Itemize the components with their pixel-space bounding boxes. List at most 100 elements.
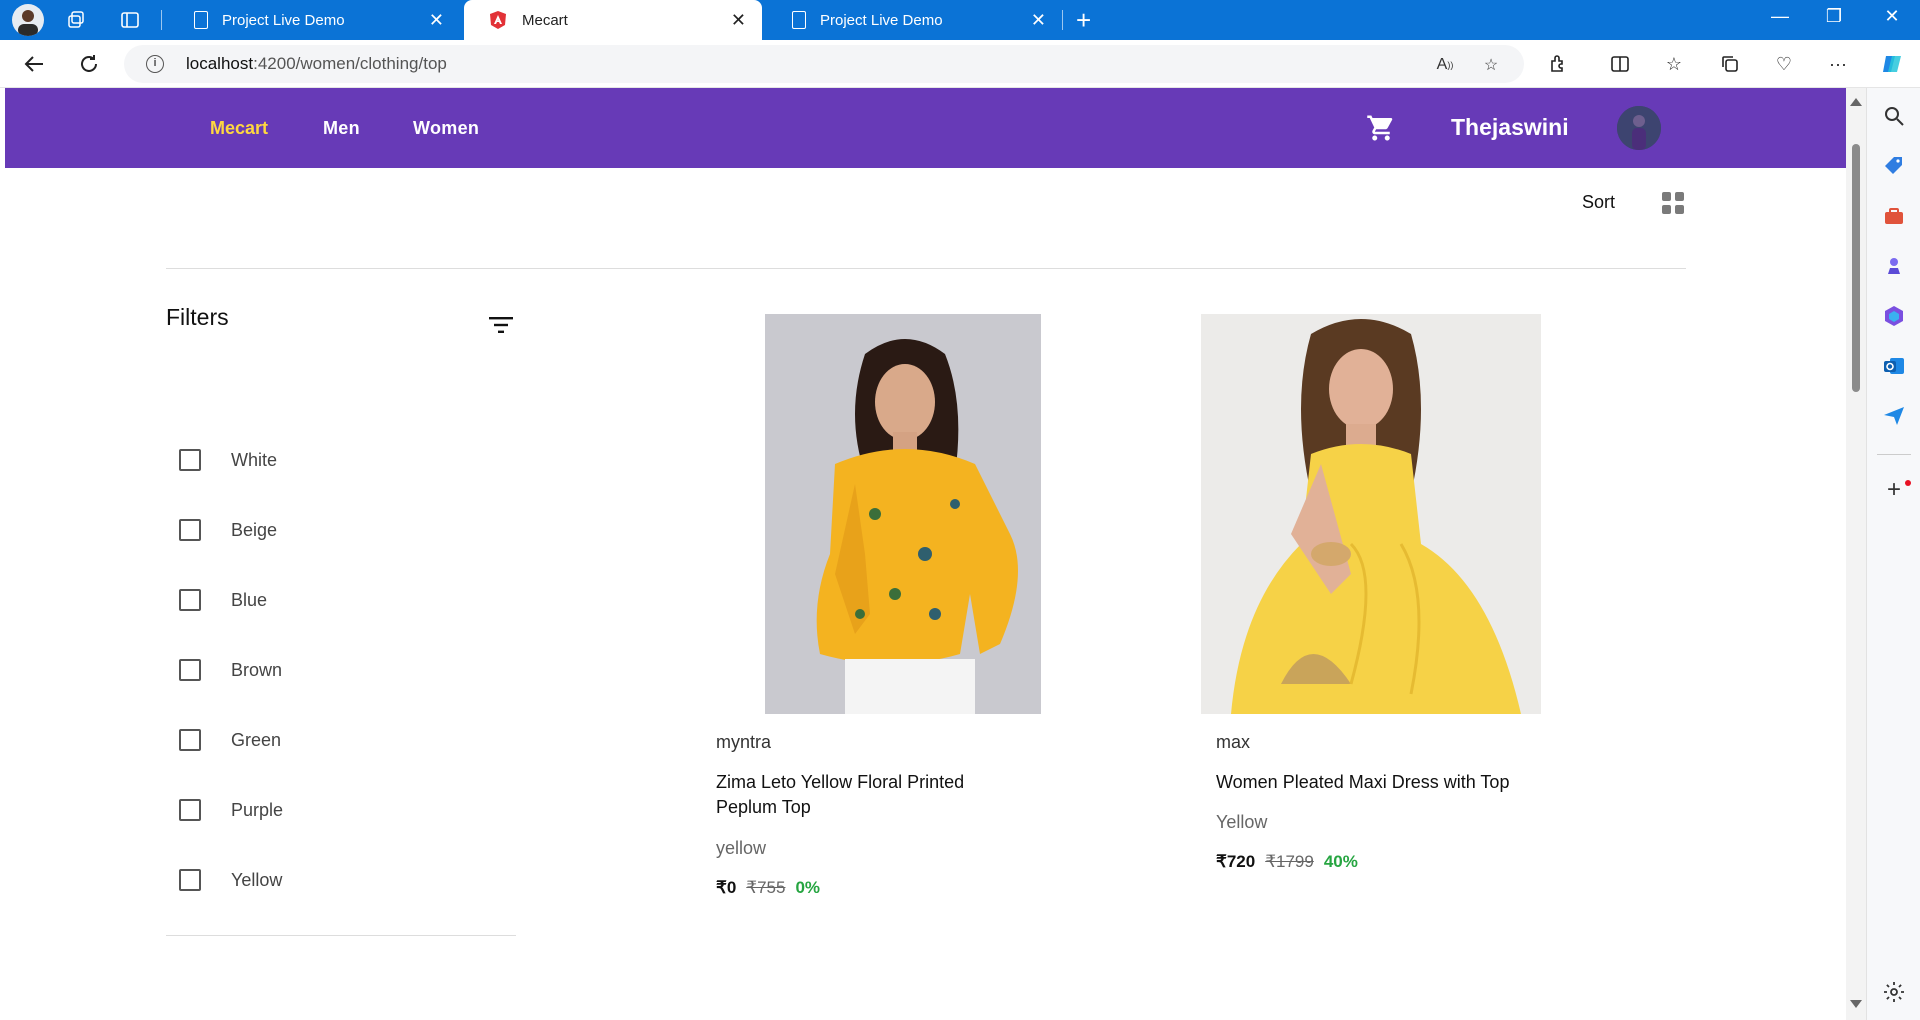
favorites-icon[interactable]: ☆: [1660, 50, 1688, 78]
filter-option-blue[interactable]: Blue: [179, 588, 267, 612]
url-text[interactable]: localhost:4200/women/clothing/top: [186, 54, 447, 74]
copilot-icon[interactable]: [1878, 50, 1906, 78]
filter-option-beige[interactable]: Beige: [179, 518, 277, 542]
filter-option-white[interactable]: White: [179, 448, 277, 472]
username[interactable]: Thejaswini: [1451, 114, 1569, 141]
close-window-button[interactable]: ✕: [1872, 6, 1912, 27]
tab-title: Mecart: [522, 11, 568, 29]
user-avatar[interactable]: [1617, 106, 1661, 150]
close-tab-icon[interactable]: ✕: [1031, 11, 1046, 29]
filter-option-purple[interactable]: Purple: [179, 798, 283, 822]
split-screen-icon[interactable]: [1606, 50, 1634, 78]
divider: [166, 268, 1686, 269]
checkbox[interactable]: [179, 799, 201, 821]
address-bar-row: i localhost:4200/women/clothing/top A)) …: [0, 40, 1920, 88]
url-field[interactable]: i localhost:4200/women/clothing/top A)) …: [124, 45, 1524, 83]
price-now: ₹0: [716, 878, 737, 897]
filter-label: Purple: [231, 799, 284, 820]
tab-title: Project Live Demo: [222, 11, 345, 29]
product-price: ₹0 ₹755 0%: [716, 878, 820, 898]
filter-label: Brown: [231, 659, 283, 680]
grid-view-icon[interactable]: [1662, 192, 1684, 214]
checkbox[interactable]: [179, 449, 201, 471]
new-tab-button[interactable]: +: [1076, 6, 1091, 34]
notification-dot: [1905, 480, 1911, 486]
tools-icon[interactable]: [1882, 204, 1906, 228]
divider: [1877, 454, 1911, 455]
shopping-cart-icon[interactable]: [1366, 113, 1396, 143]
browser-tab-bar: Project Live Demo ✕ Mecart ✕ Project Liv…: [0, 0, 1920, 40]
filter-option-green[interactable]: Green: [179, 728, 281, 752]
app-header: Mecart Men Women Thejaswini: [5, 88, 1846, 168]
checkbox[interactable]: [179, 519, 201, 541]
tab-divider: [1062, 10, 1063, 30]
filter-option-brown[interactable]: Brown: [179, 658, 282, 682]
product-image[interactable]: [765, 314, 1041, 714]
filter-option-yellow[interactable]: Yellow: [179, 868, 282, 892]
workspaces-icon[interactable]: [62, 8, 90, 32]
site-info-icon[interactable]: i: [146, 55, 164, 73]
tab-divider: [161, 10, 162, 30]
product-title[interactable]: Women Pleated Maxi Dress with Top: [1216, 770, 1509, 795]
page-icon: [792, 11, 806, 29]
filter-list-icon[interactable]: [488, 316, 514, 334]
product-brand: myntra: [716, 732, 772, 752]
product-color: Yellow: [1216, 812, 1268, 832]
filter-label: Blue: [231, 589, 268, 610]
filter-label: Green: [231, 729, 282, 750]
nav-men[interactable]: Men: [323, 118, 360, 139]
page-scrollbar[interactable]: [1846, 88, 1866, 1020]
read-aloud-icon[interactable]: A)): [1434, 54, 1456, 76]
checkbox[interactable]: [179, 729, 201, 751]
favorite-star-icon[interactable]: ☆: [1480, 54, 1502, 76]
filter-label: White: [231, 449, 278, 470]
tab-project-live-demo-1[interactable]: Project Live Demo ✕: [170, 0, 460, 40]
collections-icon[interactable]: [1716, 50, 1744, 78]
more-options-icon[interactable]: ···: [1824, 50, 1852, 78]
product-price: ₹720 ₹1799 40%: [1216, 852, 1358, 872]
scroll-thumb[interactable]: [1852, 144, 1860, 392]
scroll-up-arrow-icon[interactable]: [1850, 98, 1862, 106]
search-icon[interactable]: [1882, 104, 1906, 128]
restore-button[interactable]: ❐: [1814, 6, 1854, 27]
microsoft-365-icon[interactable]: [1882, 304, 1906, 328]
discount-percent: 0%: [795, 878, 821, 897]
checkbox[interactable]: [179, 589, 201, 611]
discount-percent: 40%: [1323, 852, 1358, 871]
divider: [166, 935, 516, 936]
settings-gear-icon[interactable]: [1882, 980, 1906, 1004]
extensions-icon[interactable]: [1544, 50, 1572, 78]
outlook-icon[interactable]: [1882, 354, 1906, 378]
add-icon[interactable]: +: [1882, 478, 1906, 502]
filter-label: Beige: [231, 519, 278, 540]
price-now: ₹720: [1216, 852, 1256, 871]
product-color: yellow: [716, 838, 767, 858]
games-icon[interactable]: [1882, 254, 1906, 278]
browser-essentials-icon[interactable]: ♡: [1770, 50, 1798, 78]
tab-mecart[interactable]: Mecart ✕: [464, 0, 762, 40]
product-title[interactable]: Zima Leto Yellow Floral Printed Peplum T…: [716, 770, 964, 820]
brand-logo-link[interactable]: Mecart: [210, 118, 268, 139]
shopping-tag-icon[interactable]: [1882, 154, 1906, 178]
reload-icon[interactable]: [75, 50, 103, 78]
checkbox[interactable]: [179, 659, 201, 681]
browser-sidebar: +: [1866, 88, 1920, 1020]
sort-button[interactable]: Sort: [1582, 192, 1615, 213]
filters-title: Filters: [166, 304, 229, 330]
send-icon[interactable]: [1882, 404, 1906, 428]
close-tab-icon[interactable]: ✕: [731, 11, 746, 29]
product-brand: max: [1216, 732, 1251, 752]
nav-women[interactable]: Women: [413, 118, 479, 139]
tab-project-live-demo-2[interactable]: Project Live Demo ✕: [768, 0, 1062, 40]
tab-title: Project Live Demo: [820, 11, 943, 29]
scroll-down-arrow-icon[interactable]: [1850, 1000, 1862, 1008]
checkbox[interactable]: [179, 869, 201, 891]
filter-label: Yellow: [231, 869, 283, 890]
back-arrow-icon[interactable]: [20, 50, 48, 78]
product-image[interactable]: [1201, 314, 1541, 714]
vertical-tabs-icon[interactable]: [116, 8, 144, 32]
price-mrp: ₹1799: [1265, 852, 1314, 871]
close-tab-icon[interactable]: ✕: [429, 11, 444, 29]
browser-profile-avatar[interactable]: [12, 4, 44, 36]
minimize-button[interactable]: —: [1760, 6, 1800, 27]
